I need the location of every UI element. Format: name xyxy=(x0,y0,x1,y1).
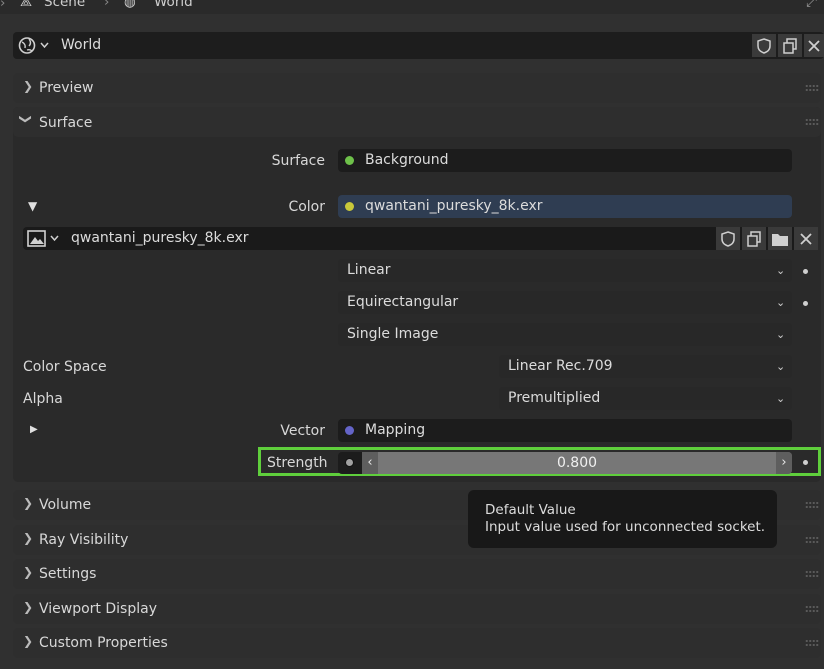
projection-value: Equirectangular xyxy=(347,294,459,310)
tooltip-title: Default Value xyxy=(485,502,576,518)
alpha-label: Alpha xyxy=(23,391,63,407)
color-socket-icon xyxy=(345,202,354,211)
surface-shader-value: Background xyxy=(365,152,449,168)
world-datablock-selector[interactable]: World xyxy=(13,32,824,59)
shader-socket-icon xyxy=(345,156,354,165)
drag-grip-icon[interactable] xyxy=(805,501,819,509)
scene-icon: ⟁ xyxy=(20,0,33,10)
color-space-value: Linear Rec.709 xyxy=(508,358,613,374)
unlink-button[interactable] xyxy=(804,34,824,57)
panel-custom-properties-label: Custom Properties xyxy=(39,635,168,651)
keyframe-dot-icon[interactable] xyxy=(803,460,808,465)
chevron-right-icon: ❯ xyxy=(23,565,34,579)
float-socket-icon xyxy=(345,458,354,467)
expand-toggle-icon[interactable]: ▶ xyxy=(30,424,38,435)
vector-socket-icon xyxy=(345,426,354,435)
panel-preview-label: Preview xyxy=(39,80,94,96)
image-browse-button[interactable] xyxy=(26,229,62,248)
alpha-value: Premultiplied xyxy=(508,390,601,406)
increment-arrow-icon[interactable]: › xyxy=(776,452,792,474)
source-value: Single Image xyxy=(347,326,439,342)
world-name-field[interactable]: World xyxy=(61,37,101,53)
chevron-down-icon: ⌄ xyxy=(776,264,786,277)
chevron-down-icon: ❯ xyxy=(19,113,34,125)
vector-input-value: Mapping xyxy=(365,422,426,438)
image-fake-user-button[interactable] xyxy=(716,227,740,250)
drag-grip-icon[interactable] xyxy=(805,536,819,544)
color-input-field[interactable]: qwantani_puresky_8k.exr xyxy=(338,195,792,218)
world-icon: ◍ xyxy=(124,0,136,10)
surface-shader-field[interactable]: Background xyxy=(338,149,792,172)
close-icon xyxy=(808,39,820,52)
chevron-down-icon: ⌄ xyxy=(776,392,786,405)
chevron-down-icon: ⌄ xyxy=(776,360,786,373)
keyframe-dot-icon[interactable] xyxy=(803,269,808,274)
chevron-down-icon: ⌄ xyxy=(776,328,786,341)
strength-value: 0.800 xyxy=(556,455,598,471)
drag-grip-icon[interactable] xyxy=(805,84,819,92)
shield-icon xyxy=(721,230,735,247)
panel-custom-properties-header[interactable]: ❯ Custom Properties xyxy=(13,628,821,658)
collapse-toggle-icon[interactable]: ▼ xyxy=(28,199,37,213)
drag-grip-icon[interactable] xyxy=(805,605,819,613)
chevron-right-icon: › xyxy=(0,0,6,11)
keyframe-dot-icon[interactable] xyxy=(803,301,808,306)
image-icon xyxy=(27,230,59,247)
vector-input-field[interactable]: Mapping xyxy=(338,419,792,442)
world-browse-button[interactable] xyxy=(17,36,51,55)
image-name-field[interactable]: qwantani_puresky_8k.exr xyxy=(71,230,249,246)
projection-dropdown[interactable]: Equirectangular ⌄ xyxy=(338,291,792,314)
close-icon xyxy=(800,232,812,245)
source-dropdown[interactable]: Single Image ⌄ xyxy=(338,323,792,346)
breadcrumb: › ⟁ Scene › ◍ World ⤢ xyxy=(0,0,824,14)
world-icon xyxy=(18,37,49,54)
panel-ray-visibility-label: Ray Visibility xyxy=(39,532,129,548)
tooltip: Default Value Input value used for uncon… xyxy=(468,490,777,548)
panel-volume-label: Volume xyxy=(39,497,92,513)
panel-surface-header[interactable]: ❯ Surface xyxy=(13,107,821,137)
image-unlink-button[interactable] xyxy=(794,227,818,250)
panel-viewport-display-header[interactable]: ❯ Viewport Display xyxy=(13,594,821,624)
drag-grip-icon[interactable] xyxy=(805,570,819,578)
interpolation-value: Linear xyxy=(347,262,391,278)
alpha-dropdown[interactable]: Premultiplied ⌄ xyxy=(499,387,792,410)
folder-icon xyxy=(772,233,788,246)
panel-settings-label: Settings xyxy=(39,566,97,582)
panel-viewport-display-label: Viewport Display xyxy=(39,601,157,617)
strength-number-field[interactable]: ‹ 0.800 › xyxy=(362,452,792,474)
color-space-dropdown[interactable]: Linear Rec.709 ⌄ xyxy=(499,355,792,378)
fake-user-button[interactable] xyxy=(752,34,776,57)
chevron-right-icon: ❯ xyxy=(23,634,34,648)
chevron-right-icon: › xyxy=(104,0,110,10)
panel-preview-header[interactable]: ❯ Preview xyxy=(13,73,821,103)
chevron-right-icon: ❯ xyxy=(23,79,34,93)
duplicate-button[interactable] xyxy=(778,34,802,57)
duplicate-icon xyxy=(783,37,797,54)
drag-grip-icon[interactable] xyxy=(805,639,819,647)
breadcrumb-scene[interactable]: Scene xyxy=(44,0,85,10)
image-duplicate-button[interactable] xyxy=(742,227,766,250)
chevron-right-icon: ❯ xyxy=(23,531,34,545)
vector-label: Vector xyxy=(280,423,325,439)
shield-icon xyxy=(757,37,771,54)
strength-label: Strength xyxy=(267,455,328,471)
image-datablock-selector[interactable]: qwantani_puresky_8k.exr xyxy=(23,227,818,250)
strength-socket xyxy=(338,452,362,474)
image-open-button[interactable] xyxy=(768,227,792,250)
pin-icon[interactable]: ⤢ xyxy=(806,0,817,10)
tooltip-body: Input value used for unconnected socket. xyxy=(485,519,766,535)
color-space-label: Color Space xyxy=(23,359,107,375)
interpolation-dropdown[interactable]: Linear ⌄ xyxy=(338,259,792,282)
chevron-right-icon: ❯ xyxy=(23,600,34,614)
color-label: Color xyxy=(288,199,325,215)
duplicate-icon xyxy=(747,230,761,247)
drag-grip-icon[interactable] xyxy=(805,118,819,126)
breadcrumb-world[interactable]: World xyxy=(154,0,193,10)
surface-label: Surface xyxy=(271,153,325,169)
panel-settings-header[interactable]: ❯ Settings xyxy=(13,559,821,589)
color-input-value: qwantani_puresky_8k.exr xyxy=(365,198,543,214)
panel-surface-label: Surface xyxy=(39,115,93,131)
chevron-down-icon: ⌄ xyxy=(776,296,786,309)
chevron-right-icon: ❯ xyxy=(23,496,34,510)
